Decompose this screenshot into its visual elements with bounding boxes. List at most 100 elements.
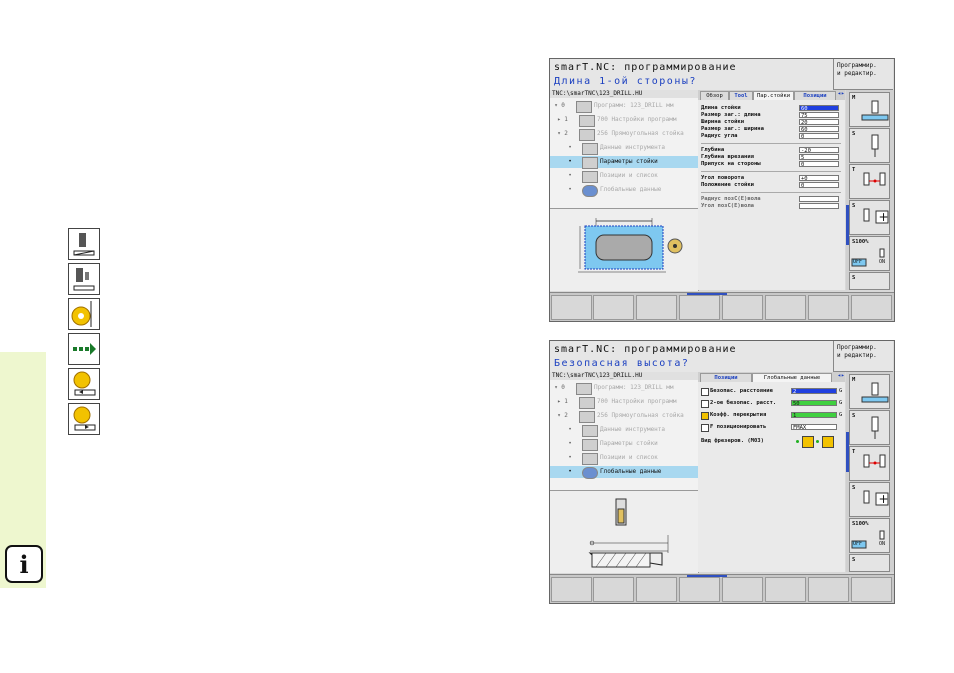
- field-input[interactable]: [799, 196, 839, 202]
- tree-item[interactable]: • Данные инструмента: [550, 142, 698, 155]
- mode-label-2: и редактир.: [837, 352, 877, 359]
- field-label: 2-ое безопас. расст.: [710, 400, 777, 406]
- softkey-4[interactable]: [679, 577, 720, 602]
- form-row: Угол позC(E)вола: [701, 203, 843, 210]
- tab-scroll-arrow-icon[interactable]: ◂▸: [837, 90, 845, 100]
- softkey-6[interactable]: [765, 577, 806, 602]
- tree-mark: •: [568, 426, 572, 433]
- tab-scroll-arrow-icon[interactable]: ◂▸: [837, 372, 845, 382]
- program-tree: ▾ 0 Программ: 123_DRILL мм ▸ 1 700 Настр…: [550, 380, 699, 490]
- softkey-1[interactable]: [551, 577, 592, 602]
- m-function-button[interactable]: M: [849, 92, 890, 127]
- radio-icon[interactable]: [816, 440, 819, 443]
- field-input[interactable]: 0: [799, 133, 839, 140]
- spindle-plus-button[interactable]: S +: [849, 200, 890, 235]
- globe-icon: [582, 185, 598, 197]
- form-row: Размер заг.: длина 75: [701, 112, 843, 119]
- field-input[interactable]: 50: [791, 400, 837, 407]
- field-input[interactable]: 60: [799, 105, 839, 112]
- tree-item[interactable]: ▾ 2 256 Прямоугольная стойка: [550, 410, 698, 423]
- softkey-2[interactable]: [593, 295, 634, 320]
- divider: [701, 171, 841, 172]
- softkey-5[interactable]: [722, 577, 763, 602]
- tree-item[interactable]: • Глобальные данные: [550, 184, 698, 197]
- tree-label: Параметры стойки: [600, 158, 658, 165]
- softkey-6[interactable]: [765, 295, 806, 320]
- softkey-2[interactable]: [593, 577, 634, 602]
- on-label: ON: [879, 541, 886, 547]
- positions-icon: [582, 453, 598, 465]
- title-bar: smarT.NC: программирование Безопасная вы…: [550, 341, 833, 373]
- softkey-7[interactable]: [808, 577, 849, 602]
- tab-stud-params[interactable]: Пар.стойки: [753, 91, 794, 100]
- tree-item[interactable]: ▾ 2 256 Прямоугольная стойка: [550, 128, 698, 141]
- tool-button[interactable]: T: [849, 446, 890, 481]
- softkey-8[interactable]: [851, 577, 892, 602]
- conventional-milling-icon[interactable]: [822, 436, 834, 448]
- m-function-button[interactable]: M: [849, 374, 890, 409]
- softkey-5[interactable]: [722, 295, 763, 320]
- field-input[interactable]: FMAX: [791, 424, 837, 431]
- tree-item[interactable]: • Параметры стойки: [550, 438, 698, 451]
- tree-label: 700 Настройки программ: [597, 116, 677, 123]
- field-input[interactable]: 5: [799, 154, 839, 161]
- spindle-button[interactable]: S: [849, 410, 890, 445]
- conventional-milling-icon: [68, 403, 100, 435]
- tree-item[interactable]: ▾ 0 Программ: 123_DRILL мм: [550, 100, 698, 113]
- softkey-3[interactable]: [636, 295, 677, 320]
- tab-positions[interactable]: Позиции: [700, 373, 752, 382]
- field-input[interactable]: 20: [799, 119, 839, 126]
- spindle-minus-button[interactable]: S: [849, 272, 890, 290]
- softkey-3[interactable]: [636, 577, 677, 602]
- softkey-bar: [550, 292, 894, 321]
- tab-tool[interactable]: Tool: [729, 91, 753, 100]
- positioning-arrow-icon: [68, 333, 100, 365]
- spindle-button[interactable]: S: [849, 128, 890, 163]
- climb-milling-icon[interactable]: [802, 436, 814, 448]
- tool-data-icon: [582, 143, 598, 155]
- spindle-minus-button[interactable]: S: [849, 554, 890, 572]
- program-icon: [576, 101, 592, 113]
- softkey-7[interactable]: [808, 295, 849, 320]
- field-input[interactable]: 75: [799, 112, 839, 119]
- setup-clearance-icon: [701, 388, 709, 396]
- tree-item[interactable]: ▾ 0 Программ: 123_DRILL мм: [550, 382, 698, 395]
- positions-icon: [582, 171, 598, 183]
- field-input[interactable]: 60: [799, 126, 839, 133]
- spindle-override-button[interactable]: S100% OFF ON: [849, 236, 890, 271]
- clearance-2-icon: [701, 400, 709, 408]
- tree-item[interactable]: • Позиции и список: [550, 170, 698, 183]
- softkey-8[interactable]: [851, 295, 892, 320]
- global-flag: G: [839, 400, 843, 406]
- softkey-bar: [550, 574, 894, 603]
- tree-item[interactable]: ▸ 1 700 Настройки программ: [550, 114, 698, 127]
- finishing-side-icon: [68, 263, 100, 295]
- softkey-1[interactable]: [551, 295, 592, 320]
- cnc-screen-bottom: smarT.NC: программирование Безопасная вы…: [549, 340, 895, 604]
- field-input[interactable]: [799, 203, 839, 209]
- tree-item[interactable]: ▸ 1 700 Настройки программ: [550, 396, 698, 409]
- field-input[interactable]: 2: [791, 388, 837, 395]
- field-input[interactable]: 0: [799, 182, 839, 189]
- field-input[interactable]: +0: [799, 175, 839, 182]
- field-input[interactable]: 1: [791, 412, 837, 419]
- tree-item[interactable]: • Данные инструмента: [550, 424, 698, 437]
- spindle-plus-button[interactable]: S +: [849, 482, 890, 517]
- field-input[interactable]: 0: [799, 161, 839, 168]
- field-label: Припуск на стороны: [701, 161, 761, 167]
- softkey-4[interactable]: [679, 295, 720, 320]
- tool-button[interactable]: T: [849, 164, 890, 199]
- form-row: Размер заг.: ширина 60: [701, 126, 843, 133]
- radio-selected-icon[interactable]: [796, 440, 799, 443]
- spindle-override-button[interactable]: S100% OFF ON: [849, 518, 890, 553]
- field-input[interactable]: -20: [799, 147, 839, 154]
- tab-positions[interactable]: Позиции: [794, 91, 836, 100]
- tab-overview[interactable]: Обзор: [700, 91, 729, 100]
- tree-item-active[interactable]: • Параметры стойки: [550, 156, 698, 169]
- tree-item[interactable]: • Позиции и список: [550, 452, 698, 465]
- field-label: Вид фрезеров. (M03): [701, 438, 764, 444]
- tree-item-active[interactable]: • Глобальные данные: [550, 466, 698, 479]
- globe-icon: [582, 467, 598, 479]
- tab-global-data[interactable]: Глобальные данные: [752, 373, 832, 382]
- file-path: TNC:\smarTNC\123_DRILL.HU: [550, 372, 700, 380]
